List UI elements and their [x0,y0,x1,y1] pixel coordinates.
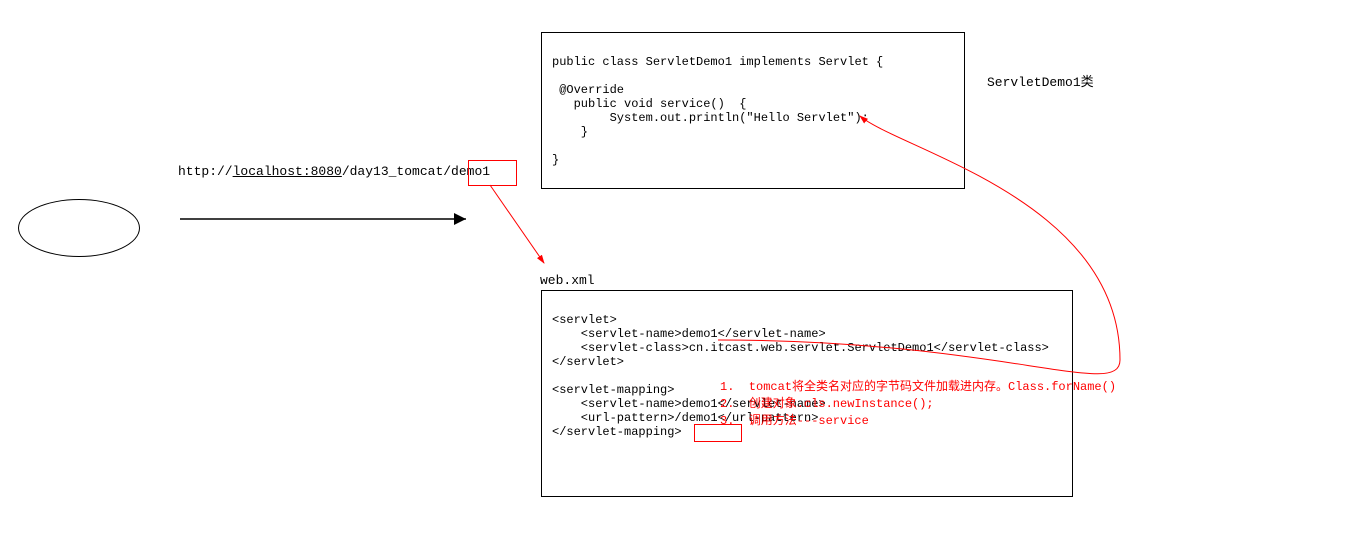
request-url: http://localhost:8080/day13_tomcat/demo1 [178,164,490,179]
red-notes: 1. tomcat将全类名对应的字节码文件加载进内存。Class.forName… [720,363,1116,428]
url-path1: /day13_tomcat [342,164,443,179]
servlet-class-box: public class ServletDemo1 implements Ser… [541,32,965,189]
client-ellipse [18,199,140,257]
url-prefix: http:// [178,164,233,179]
url-host: localhost:8080 [233,164,342,179]
class-label: ServletDemo1类 [987,71,1094,90]
webxml-label: web.xml [540,273,595,288]
servlet-class-code: public class ServletDemo1 implements Ser… [542,33,964,175]
url-demo1-highlight [468,160,517,186]
